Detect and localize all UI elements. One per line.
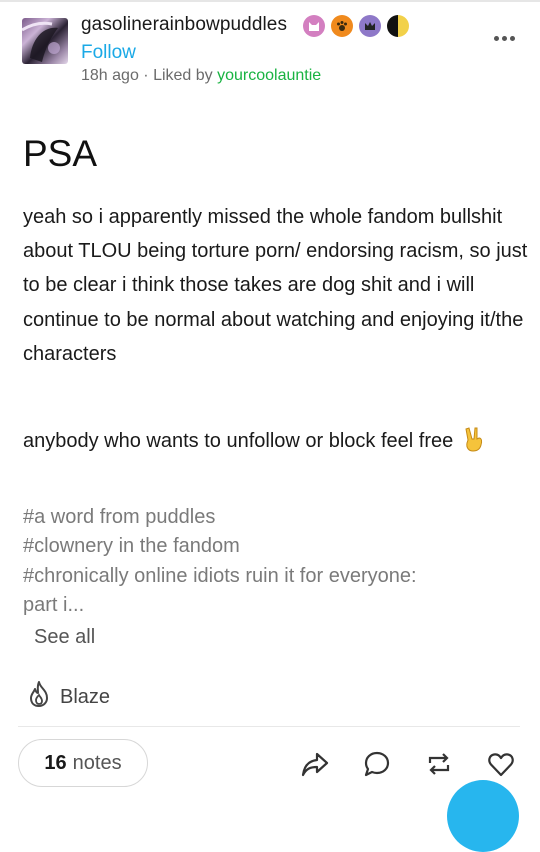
victory-hand-emoji xyxy=(463,426,485,452)
orange-paw-badge-icon[interactable] xyxy=(331,15,353,37)
avatar[interactable] xyxy=(22,18,68,64)
post-body-paragraph-2: anybody who wants to unfollow or block f… xyxy=(23,424,528,458)
blaze-label: Blaze xyxy=(60,685,111,708)
blaze-button[interactable]: Blaze xyxy=(26,680,110,714)
post-title: PSA xyxy=(23,133,98,174)
post-body-paragraph: yeah so i apparently missed the whole fa… xyxy=(23,206,528,365)
top-divider xyxy=(0,0,540,2)
tag-item[interactable]: part i... xyxy=(23,591,417,620)
heart-icon[interactable] xyxy=(486,749,516,779)
post-tags: #a word from puddles #clownery in the fa… xyxy=(23,503,417,620)
post-time: 18h ago xyxy=(81,67,139,84)
post-meta: 18h ago · Liked by yourcoolauntie xyxy=(81,67,321,85)
follow-button[interactable]: Follow xyxy=(81,42,136,64)
liked-by-prefix: Liked by xyxy=(153,67,213,84)
user-badges xyxy=(303,15,409,39)
speech-bubble-icon[interactable] xyxy=(362,749,392,779)
footer-divider xyxy=(18,726,520,727)
post-author-username[interactable]: gasolinerainbowpuddles xyxy=(81,14,287,36)
half-moon-badge-icon[interactable] xyxy=(387,15,409,37)
notes-count: 16 xyxy=(44,751,67,774)
see-all-tags-button[interactable]: See all xyxy=(34,626,95,649)
post-body-text: anybody who wants to unfollow or block f… xyxy=(23,430,454,452)
post-actions xyxy=(300,749,520,779)
tag-item[interactable]: #chronically online idiots ruin it for e… xyxy=(23,562,417,591)
liked-by-user[interactable]: yourcoolauntie xyxy=(217,67,321,84)
tag-item[interactable]: #a word from puddles xyxy=(23,503,417,532)
floating-action-button[interactable] xyxy=(447,780,519,852)
more-horizontal-icon[interactable] xyxy=(494,36,515,41)
notes-label: notes xyxy=(72,751,122,774)
pink-cat-badge-icon[interactable] xyxy=(303,15,325,37)
purple-crown-badge-icon[interactable] xyxy=(359,15,381,37)
notes-button[interactable]: 16 notes xyxy=(18,739,148,787)
flame-icon xyxy=(26,680,52,714)
reblog-icon[interactable] xyxy=(424,749,454,779)
share-arrow-icon[interactable] xyxy=(300,749,330,779)
meta-separator: · xyxy=(143,67,149,84)
tag-item[interactable]: #clownery in the fandom xyxy=(23,532,417,561)
